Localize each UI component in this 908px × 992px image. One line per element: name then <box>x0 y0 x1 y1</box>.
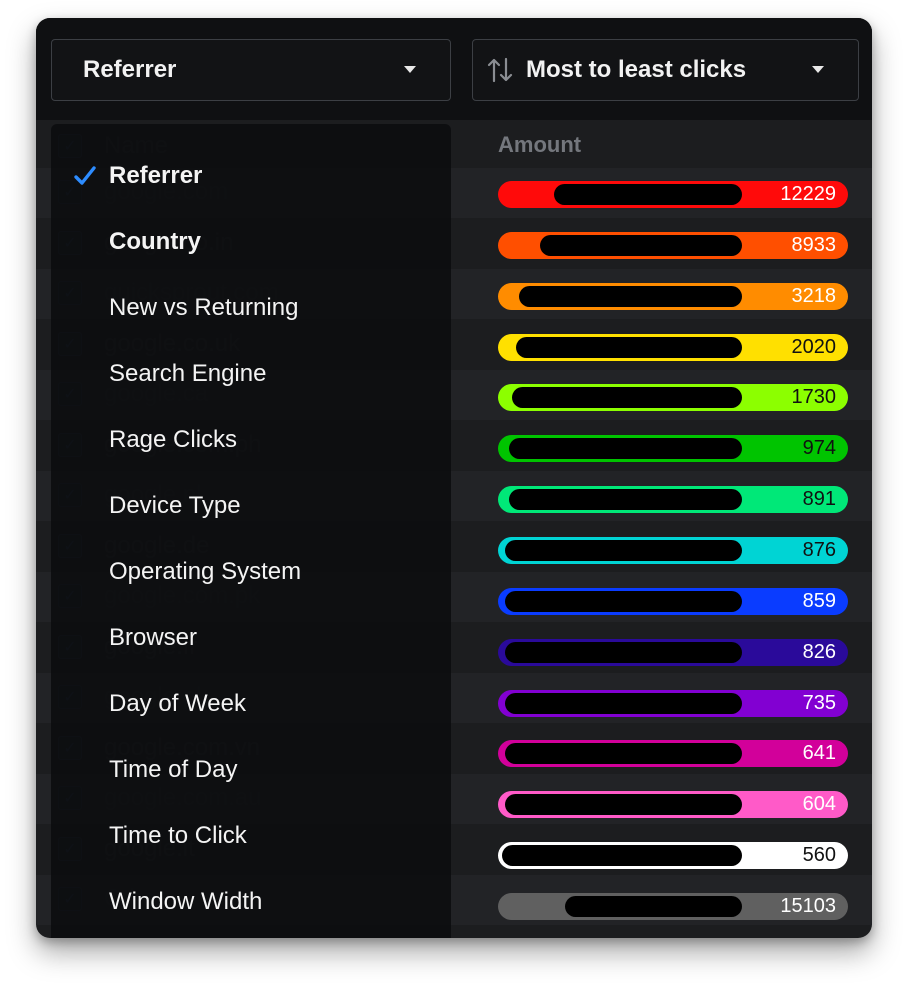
amount-value: 1730 <box>791 386 837 409</box>
amount-bar-track <box>505 794 742 816</box>
amount-bar-track <box>505 692 742 714</box>
amount-value: 891 <box>802 488 836 511</box>
amount-bar: 641 <box>498 740 848 768</box>
amount-bar-track <box>516 336 742 358</box>
amount-bar: 1730 <box>498 384 848 412</box>
toolbar: Referrer Most to least clicks <box>36 18 872 120</box>
amount-bar-track <box>505 743 742 765</box>
amount-bar-track <box>540 234 742 256</box>
menu-item-country[interactable]: Country <box>109 228 201 256</box>
amount-bar-track <box>519 285 742 307</box>
amount-value: 735 <box>802 691 836 714</box>
amount-bar-track <box>502 845 742 867</box>
menu-item-window-width[interactable]: Window Width <box>109 888 262 916</box>
amount-bar-track <box>505 590 742 612</box>
group-by-select[interactable]: Referrer <box>51 39 451 101</box>
amount-bar: 560 <box>498 842 848 870</box>
amount-bar: 735 <box>498 689 848 717</box>
amount-bar: 15103 <box>498 892 848 920</box>
menu-item-referrer[interactable]: Referrer <box>109 162 202 190</box>
menu-item-device-type[interactable]: Device Type <box>109 492 241 520</box>
amount-bar-track <box>554 184 742 205</box>
report-panel: Referrer Most to least clicks ✓Name✓goog… <box>36 18 872 938</box>
menu-item-operating-system[interactable]: Operating System <box>109 558 301 586</box>
amount-value: 876 <box>802 538 836 561</box>
amount-value: 8933 <box>791 233 837 256</box>
menu-item-time-of-day[interactable]: Time of Day <box>109 756 237 784</box>
menu-item-new-vs-returning[interactable]: New vs Returning <box>109 294 298 322</box>
amount-value: 859 <box>802 589 836 612</box>
amount-bar: 12229 <box>498 181 848 208</box>
amount-value: 3218 <box>791 284 837 307</box>
amount-value: 15103 <box>780 894 836 917</box>
checkmark-icon <box>74 166 96 185</box>
sort-arrows-icon <box>487 57 513 83</box>
amount-bar: 604 <box>498 791 848 819</box>
amount-bar: 8933 <box>498 231 848 259</box>
caret-down-icon <box>404 66 416 73</box>
amount-bar: 974 <box>498 435 848 463</box>
amount-bar: 2020 <box>498 333 848 361</box>
sort-select-value: Most to least clicks <box>526 56 747 83</box>
amount-bar: 3218 <box>498 282 848 310</box>
amount-value: 641 <box>802 742 836 765</box>
amount-value: 12229 <box>780 183 836 205</box>
caret-down-icon <box>812 66 824 73</box>
menu-item-search-engine[interactable]: Search Engine <box>109 360 266 388</box>
amount-bar-track <box>565 895 742 917</box>
amount-value: 604 <box>802 793 836 816</box>
amount-bar-track <box>509 489 742 511</box>
group-by-dropdown-menu: Referrer Country New vs Returning Search En… <box>51 124 451 938</box>
amount-bar: 826 <box>498 638 848 666</box>
menu-item-browser[interactable]: Browser <box>109 624 197 652</box>
menu-item-day-of-week[interactable]: Day of Week <box>109 690 246 718</box>
amount-bar-track <box>505 641 742 663</box>
amount-value: 974 <box>802 437 836 460</box>
amount-bar: 891 <box>498 486 848 514</box>
amount-value: 826 <box>802 640 836 663</box>
amount-bar-track <box>505 539 742 561</box>
amount-value: 560 <box>802 844 836 867</box>
menu-item-rage-clicks[interactable]: Rage Clicks <box>109 426 237 454</box>
amount-column-header: Amount <box>498 132 582 157</box>
amount-bar-track <box>512 387 742 409</box>
sort-select[interactable]: Most to least clicks <box>472 39 859 101</box>
amount-bar-track <box>509 438 742 460</box>
menu-item-time-to-click[interactable]: Time to Click <box>109 822 247 850</box>
amount-bar: 859 <box>498 587 848 615</box>
group-by-select-value: Referrer <box>83 56 177 83</box>
amount-bar: 876 <box>498 536 848 564</box>
amount-value: 2020 <box>791 335 837 358</box>
